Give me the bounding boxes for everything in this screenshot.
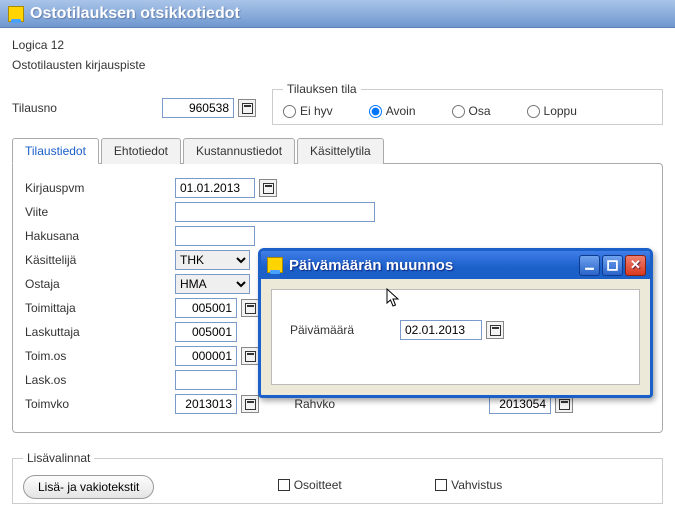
kasittelija-label: Käsittelijä	[25, 253, 175, 267]
tab-tilaustiedot[interactable]: Tilaustiedot	[12, 138, 99, 164]
tab-ehtotiedot[interactable]: Ehtotiedot	[101, 138, 181, 164]
status-fieldset: Tilauksen tila Ei hyv Avoin Osa Loppu	[272, 82, 663, 125]
vahvistus-checkbox[interactable]: Vahvistus	[435, 478, 502, 492]
kirjauspvm-input[interactable]	[175, 178, 255, 198]
lookup-icon[interactable]	[238, 99, 256, 117]
maximize-icon[interactable]	[602, 255, 623, 276]
kasittelija-select[interactable]: THK	[175, 250, 250, 270]
dialog-titlebar[interactable]: Päivämäärän muunnos ✕	[261, 251, 650, 279]
order-no-label: Tilausno	[12, 101, 162, 115]
ostaja-label: Ostaja	[25, 277, 175, 291]
tab-strip: Tilaustiedot Ehtotiedot Kustannustiedot …	[12, 137, 663, 163]
info-block: Logica 12 Ostotilausten kirjauspiste	[0, 28, 675, 84]
status-radio-eihyv[interactable]: Ei hyv	[283, 104, 333, 118]
ostaja-select[interactable]: HMA	[175, 274, 250, 294]
company-name: Logica 12	[12, 38, 663, 52]
status-radio-loppu[interactable]: Loppu	[527, 104, 577, 118]
status-radio-osa[interactable]: Osa	[452, 104, 491, 118]
dialog-date-label: Päivämäärä	[290, 323, 400, 337]
laskos-input[interactable]	[175, 370, 237, 390]
order-no-input[interactable]	[162, 98, 234, 118]
dialog-title: Päivämäärän muunnos	[289, 257, 579, 274]
extras-legend: Lisävalinnat	[23, 451, 94, 465]
app-icon	[8, 6, 24, 22]
calendar-icon[interactable]	[241, 395, 259, 413]
subtitle: Ostotilausten kirjauspiste	[12, 58, 663, 72]
laskos-label: Lask.os	[25, 373, 175, 387]
rahvko-label: Rahvko	[259, 397, 349, 411]
status-legend: Tilauksen tila	[283, 82, 361, 96]
status-radio-avoin[interactable]: Avoin	[369, 104, 416, 118]
checkbox-icon	[435, 479, 447, 491]
calendar-icon[interactable]	[486, 321, 504, 339]
texts-button[interactable]: Lisä- ja vakiotekstit	[23, 475, 154, 499]
toimvko-input[interactable]	[175, 394, 237, 414]
calendar-icon[interactable]	[259, 179, 277, 197]
window-titlebar: Ostotilauksen otsikkotiedot	[0, 0, 675, 28]
tab-kustannustiedot[interactable]: Kustannustiedot	[183, 138, 295, 164]
app-icon	[267, 257, 283, 273]
viite-input[interactable]	[175, 202, 375, 222]
lookup-icon[interactable]	[241, 347, 259, 365]
close-icon[interactable]: ✕	[625, 255, 646, 276]
toimos-label: Toim.os	[25, 349, 175, 363]
viite-label: Viite	[25, 205, 175, 219]
toimittaja-label: Toimittaja	[25, 301, 175, 315]
kirjauspvm-label: Kirjauspvm	[25, 181, 175, 195]
osoitteet-checkbox[interactable]: Osoitteet	[278, 478, 342, 492]
date-conversion-dialog: Päivämäärän muunnos ✕ Päivämäärä	[258, 248, 653, 398]
lookup-icon[interactable]	[241, 299, 259, 317]
window-title: Ostotilauksen otsikkotiedot	[30, 5, 240, 23]
hakusana-input[interactable]	[175, 226, 255, 246]
tab-kasittelytila[interactable]: Käsittelytila	[297, 138, 384, 164]
minimize-icon[interactable]	[579, 255, 600, 276]
extras-fieldset: Lisävalinnat Lisä- ja vakiotekstit Osoit…	[12, 451, 663, 504]
toimvko-label: Toimvko	[25, 397, 175, 411]
toimittaja-input[interactable]	[175, 298, 237, 318]
hakusana-label: Hakusana	[25, 229, 175, 243]
laskuttaja-label: Laskuttaja	[25, 325, 175, 339]
checkbox-icon	[278, 479, 290, 491]
laskuttaja-input[interactable]	[175, 322, 237, 342]
toimos-input[interactable]	[175, 346, 237, 366]
dialog-date-input[interactable]	[400, 320, 482, 340]
